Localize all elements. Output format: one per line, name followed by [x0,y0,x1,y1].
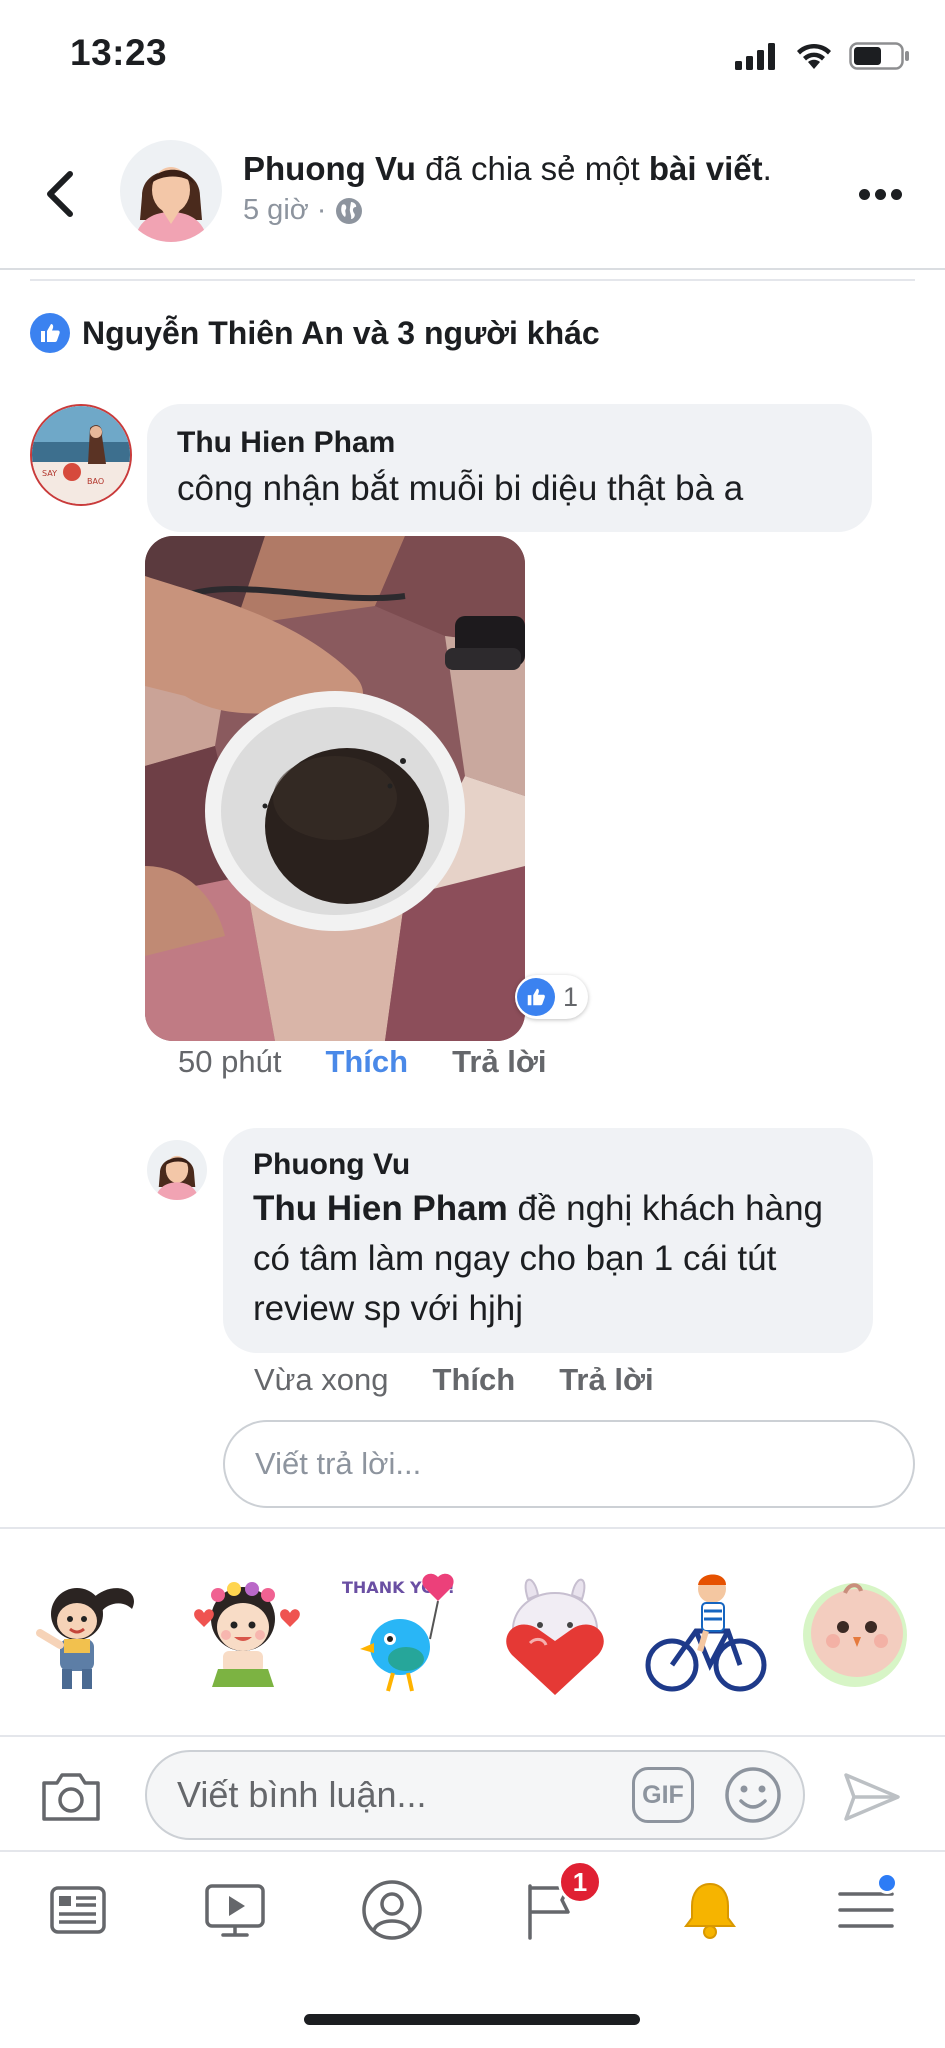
author-avatar[interactable] [120,140,222,242]
emoji-icon[interactable] [723,1765,783,1825]
comment-bubble[interactable]: Thu Hien Pham công nhận bắt muỗi bi diệu… [147,404,872,532]
news-feed-icon[interactable] [46,1878,110,1942]
like-reaction-icon [517,978,555,1016]
back-arrow-icon[interactable] [40,168,80,220]
girl-waving-sticker[interactable] [22,1569,152,1699]
gif-button[interactable]: GIF [632,1767,694,1823]
commenter-avatar[interactable]: SAY BAO [30,404,132,506]
comment-input[interactable]: Viết bình luận... [145,1750,805,1840]
comment-actions: 50 phút Thích Trả lời [178,1044,547,1080]
post-time: 5 giờ [243,194,309,226]
status-icons [735,42,911,70]
post-object-link[interactable]: bài viết [649,150,763,187]
post-action-text: đã chia sẻ một [415,150,649,187]
watch-icon[interactable] [203,1878,267,1942]
post-header: Phuong Vu đã chia sẻ một bài viết. 5 giờ… [0,120,945,270]
more-options-button[interactable] [859,182,905,206]
bunny-heart-sticker[interactable] [490,1569,620,1699]
more-dot-icon [875,188,886,200]
reply-like-button[interactable]: Thích [433,1362,516,1398]
meta-separator: · [316,194,327,226]
camera-icon[interactable] [40,1767,102,1823]
flower-girl-sticker[interactable] [178,1569,308,1699]
battery-icon [849,42,909,70]
svg-text:BAO: BAO [87,477,104,486]
pages-notification-badge: 1 [558,1860,602,1904]
cyclist-sticker[interactable] [640,1569,770,1699]
profile-icon[interactable] [360,1878,424,1942]
commenter-name[interactable]: Thu Hien Pham [177,426,842,460]
reactions-text: Nguyễn Thiên An và 3 người khác [82,314,600,351]
reply-mention[interactable]: Thu Hien Pham [253,1189,508,1228]
more-dot-icon [859,188,870,200]
reply-actions: Vừa xong Thích Trả lời [254,1362,654,1398]
post-title-period: . [762,150,772,187]
like-reaction-icon [30,313,70,353]
sticker-tray: THANK YOU! [0,1527,945,1737]
post-author-name[interactable]: Phuong Vu [243,150,416,187]
thank-you-bird-sticker[interactable]: THANK YOU! [338,1569,468,1699]
comment-like-button[interactable]: Thích [325,1044,408,1080]
photo-like-number: 1 [563,981,579,1012]
menu-notification-dot [876,1872,898,1894]
cellular-signal-icon [735,43,775,70]
reply-reply-button[interactable]: Trả lời [559,1362,653,1398]
reply-time: Vừa xong [254,1362,389,1397]
home-indicator [304,2014,640,2025]
comment-text: công nhận bắt muỗi bi diệu thật bà a [177,469,744,508]
more-dot-icon [891,188,902,200]
reply-author-avatar[interactable] [147,1140,207,1200]
svg-text:SAY: SAY [42,469,57,478]
post-header-title: Phuong Vu đã chia sẻ một bài viết. [243,148,772,190]
comment-composer: Viết bình luận... GIF [0,1737,945,1852]
reply-bubble[interactable]: Phuong Vu Thu Hien Pham đề nghị khách hà… [223,1128,873,1353]
comment-input-placeholder: Viết bình luận... [177,1774,427,1815]
reply-author-name[interactable]: Phuong Vu [253,1148,843,1182]
bottom-tab-bar: 1 [0,1852,945,1964]
send-icon[interactable] [842,1771,902,1823]
notifications-icon[interactable] [678,1878,742,1942]
comment-time: 50 phút [178,1044,282,1079]
reactions-summary[interactable]: Nguyễn Thiên An và 3 người khác [30,313,600,353]
wifi-icon [797,43,831,69]
globe-icon [336,197,363,224]
status-bar: 13:23 [0,0,945,120]
post-meta: 5 giờ · [243,194,364,227]
divider [30,279,915,281]
comment-reply-button[interactable]: Trả lời [452,1044,546,1080]
status-time: 13:23 [70,32,168,73]
reply-input-placeholder: Viết trả lời... [255,1446,422,1481]
chick-sticker[interactable] [795,1569,925,1699]
reply-text: Thu Hien Pham đề nghị khách hàng có tâm … [253,1184,843,1334]
photo-like-count[interactable]: 1 [515,975,589,1019]
comment-photo[interactable] [145,536,525,1041]
reply-input[interactable]: Viết trả lời... [223,1420,915,1508]
